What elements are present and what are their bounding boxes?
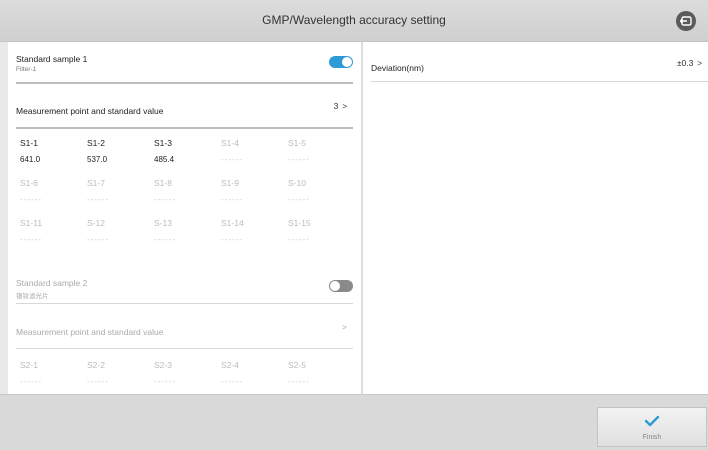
sample-2-point-label: S2-3: [154, 360, 172, 370]
chevron-right-icon: >: [342, 102, 347, 111]
chevron-right-icon: >: [697, 59, 702, 68]
chevron-right-icon: >: [342, 322, 347, 332]
sample-1-point-label: S1-5: [288, 138, 306, 148]
sample-1-point-value: 537.0: [87, 155, 108, 164]
sample-1-point-cell[interactable]: S1-3 485.4: [154, 138, 214, 164]
sample-1-point-cell[interactable]: S1-5 ------: [288, 138, 348, 164]
sample-1-point-label: S1-11: [20, 218, 43, 228]
divider: [16, 303, 353, 304]
sample-1-point-label: S1-2: [87, 138, 105, 148]
sample-1-point-label: S1-4: [221, 138, 239, 148]
sample-1-point-value: ------: [221, 195, 243, 204]
page-title: GMP/Wavelength accuracy setting: [262, 13, 446, 27]
sample-2-toggle[interactable]: [329, 280, 353, 292]
divider: [371, 81, 708, 82]
sample-1-point-value: ------: [20, 235, 42, 244]
sample-1-point-label: S1-9: [221, 178, 239, 188]
sample-1-toggle[interactable]: [329, 56, 353, 68]
sample-1-point-label: S1-14: [221, 218, 244, 228]
sample-1-point-value: ------: [87, 235, 109, 244]
sample-2-point-cell[interactable]: S2-2 ------: [87, 360, 147, 386]
sample-2-point-cell[interactable]: S2-4 ------: [221, 360, 281, 386]
sample-2-point-value: ------: [288, 377, 310, 386]
samples-panel: Standard sample 1 Filter-1 Measurement p…: [8, 42, 361, 394]
sample-2-point-value: ------: [221, 377, 243, 386]
sample-1-point-label: S1-15: [288, 218, 311, 228]
deviation-row[interactable]: Deviation(nm) ±0.3 >: [371, 58, 708, 76]
sample-1-point-value: ------: [20, 195, 42, 204]
sample-1-point-label: S1-1: [20, 138, 38, 148]
sample-1-subtitle: Filter-1: [16, 66, 37, 73]
sample-1-point-label: S-10: [288, 178, 306, 188]
sample-1-point-label: S1-7: [87, 178, 105, 188]
sample-1-point-value: ------: [221, 155, 243, 164]
deviation-panel: Deviation(nm) ±0.3 >: [363, 42, 708, 394]
sample-2-point-cell[interactable]: S2-3 ------: [154, 360, 214, 386]
sample-1-point-value: ------: [288, 155, 310, 164]
checkmark-icon: [644, 415, 660, 427]
sample-1-point-cell[interactable]: S1-11 ------: [20, 218, 80, 244]
sample-1-point-value: 641.0: [20, 155, 41, 164]
sample-1-point-cell[interactable]: S1-6 ------: [20, 178, 80, 204]
sample-1-point-cell[interactable]: S1-2 537.0: [87, 138, 147, 164]
sample-2-measurement-row[interactable]: Measurement point and standard value >: [16, 322, 353, 340]
title-bar: GMP/Wavelength accuracy setting: [0, 0, 708, 42]
finish-label: Finish: [642, 434, 662, 441]
sample-1-point-cell[interactable]: S-13 ------: [154, 218, 214, 244]
sample-2-point-value: ------: [154, 377, 176, 386]
sample-2-point-label: S2-2: [87, 360, 105, 370]
sample-2-title: Standard sample 2: [16, 278, 88, 288]
sample-1-point-value: ------: [221, 235, 243, 244]
sample-1-measurement-row[interactable]: Measurement point and standard value 3 >: [16, 101, 353, 119]
finish-button[interactable]: Finish: [597, 407, 707, 447]
sample-2-point-cell[interactable]: S2-1 ------: [20, 360, 80, 386]
sample-2-point-label: S2-1: [20, 360, 38, 370]
sample-1-point-cell[interactable]: S1-1 641.0: [20, 138, 80, 164]
divider: [16, 82, 353, 84]
sample-1-point-cell[interactable]: S1-9 ------: [221, 178, 281, 204]
standard-sample-2-row[interactable]: Standard sample 2 镨钕滤光片: [16, 278, 353, 300]
sample-1-point-cell[interactable]: S1-14 ------: [221, 218, 281, 244]
sample-2-point-cell[interactable]: S2-5 ------: [288, 360, 348, 386]
standard-sample-1-row[interactable]: Standard sample 1 Filter-1: [16, 54, 353, 73]
sample-1-point-value: ------: [288, 235, 310, 244]
sample-2-measurement-label: Measurement point and standard value: [16, 327, 164, 337]
sample-2-point-value: ------: [20, 377, 42, 386]
sample-1-point-label: S1-3: [154, 138, 172, 148]
sample-1-point-label: S-13: [154, 218, 172, 228]
sample-2-point-label: S2-5: [288, 360, 306, 370]
sample-1-point-cell[interactable]: S1-7 ------: [87, 178, 147, 204]
sample-1-title: Standard sample 1: [16, 54, 88, 64]
divider: [16, 348, 353, 349]
sample-1-point-cell[interactable]: S1-8 ------: [154, 178, 214, 204]
sample-1-point-value: 485.4: [154, 155, 175, 164]
sample-2-subtitle: 镨钕滤光片: [16, 293, 49, 300]
exit-button[interactable]: [676, 11, 696, 31]
sample-1-measurement-label: Measurement point and standard value: [16, 106, 164, 116]
sample-1-point-value: ------: [288, 195, 310, 204]
sample-1-point-value: ------: [87, 195, 109, 204]
sample-1-point-label: S-12: [87, 218, 105, 228]
divider: [16, 127, 353, 129]
sample-2-point-value: ------: [87, 377, 109, 386]
sample-1-point-label: S1-8: [154, 178, 172, 188]
sample-1-point-cell[interactable]: S1-15 ------: [288, 218, 348, 244]
sample-2-point-label: S2-4: [221, 360, 239, 370]
sample-1-point-cell[interactable]: S-10 ------: [288, 178, 348, 204]
sample-1-point-value: ------: [154, 235, 176, 244]
sample-1-measurement-value: 3 >: [333, 101, 347, 111]
deviation-value: ±0.3 >: [676, 58, 702, 68]
deviation-label: Deviation(nm): [371, 63, 424, 73]
sample-1-point-value: ------: [154, 195, 176, 204]
exit-icon: [680, 16, 692, 26]
sample-1-point-label: S1-6: [20, 178, 38, 188]
sample-1-point-cell[interactable]: S1-4 ------: [221, 138, 281, 164]
sample-1-point-cell[interactable]: S-12 ------: [87, 218, 147, 244]
